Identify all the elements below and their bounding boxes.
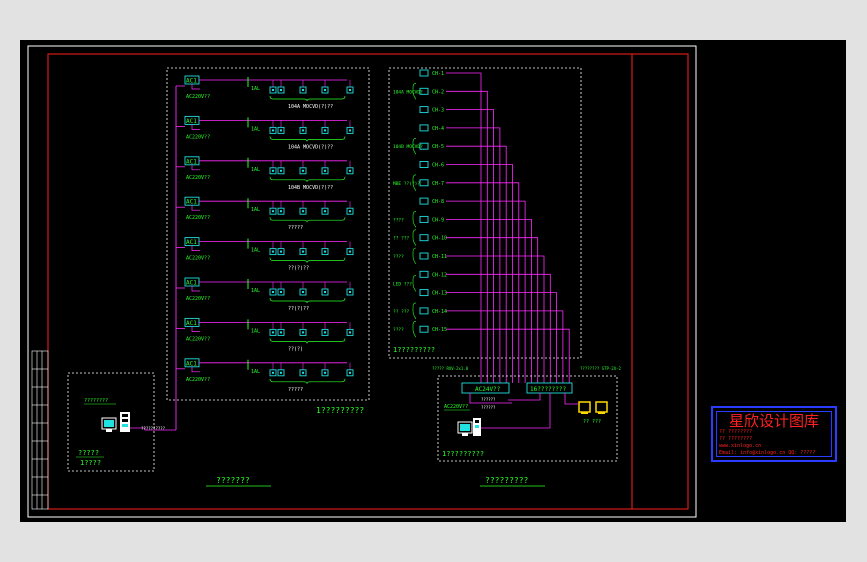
- controller-name: AC1: [186, 78, 197, 85]
- stamp-line-2: ?? ????????: [719, 436, 753, 442]
- cable-label-right: ???????? STP-2X-2: [580, 366, 622, 371]
- stamp-line-1: ?? ????????: [719, 429, 753, 435]
- right-station-footer: 1?????????: [442, 450, 484, 458]
- controller-label: AC220V??: [186, 336, 210, 342]
- right-panel-footer: 1?????????: [393, 346, 435, 354]
- controller-name: AC1: [186, 360, 197, 367]
- row-caption: ??(?)??: [288, 266, 309, 272]
- group-label: ?? ???: [393, 309, 410, 315]
- bottom-caption-right: ?????????: [485, 476, 529, 485]
- channel-label: CH-3: [432, 108, 444, 114]
- branch-label: 1AL: [251, 328, 260, 334]
- group-label: ????: [393, 217, 404, 223]
- server-tower-icon: [120, 412, 130, 432]
- row-caption: 104A MOCVD(?)??: [288, 104, 333, 110]
- drawing-canvas: AC1 AC220V?? 1AL 104A MOCVD(?)?? AC1 AC220V??…: [20, 40, 846, 522]
- controller-label: AC220V??: [186, 256, 210, 262]
- channel-label: CH-14: [432, 309, 447, 315]
- channel-label: CH-4: [432, 126, 444, 132]
- branch-label: 1AL: [251, 248, 260, 254]
- row-caption: ?????: [288, 225, 303, 231]
- channel-label: CH-10: [432, 236, 447, 242]
- channel-label: CH-5: [432, 144, 444, 150]
- row-caption: ??(?): [288, 346, 303, 352]
- group-label: ?? ???: [393, 236, 410, 242]
- group-label: MBE ??(?)?: [393, 181, 420, 187]
- branch-label: 1AL: [251, 207, 260, 213]
- channel-label: CH-6: [432, 163, 444, 169]
- controller-name: AC1: [186, 239, 197, 246]
- channel-label: CH-11: [432, 254, 447, 260]
- watermark-stamp: 星欣设计图库 ?? ???????? ?? ???????? www.xinlo…: [711, 406, 837, 462]
- channel-label: CH-1: [432, 71, 444, 77]
- branch-label: 1AL: [251, 167, 260, 173]
- cable-label-left: ????? RVV-2x1.0: [432, 366, 469, 371]
- channel-label: CH-9: [432, 217, 444, 223]
- left-station-top-label: ????????: [84, 398, 108, 404]
- controller-name: AC1: [186, 199, 197, 206]
- switch-box-label: 16????????: [530, 386, 567, 393]
- controller-label: AC220V??: [186, 175, 210, 181]
- channel-label: CH-2: [432, 89, 444, 95]
- controller-label: AC220V??: [186, 296, 210, 302]
- controller-label: AC220V??: [186, 215, 210, 221]
- row-caption: 104A MOCVD(?)??: [288, 144, 333, 150]
- group-label: 104B MOCVD?: [393, 144, 423, 150]
- controller-label: AC220V??: [186, 134, 210, 140]
- group-label: LED ???: [393, 281, 412, 287]
- ups-box-label: AC24V??: [475, 386, 501, 393]
- branch-label: 1AL: [251, 288, 260, 294]
- controller-name: AC1: [186, 280, 197, 287]
- stamp-line-4: Email: info@xinlogo.cn QQ: ?????: [719, 450, 816, 456]
- controller-name: AC1: [186, 158, 197, 165]
- switch-out-label: ??????: [481, 405, 496, 410]
- channel-label: CH-7: [432, 181, 444, 187]
- left-station-caption-2: 1????: [80, 459, 101, 467]
- branch-label: 1AL: [251, 126, 260, 132]
- printer-label: ?? ???: [583, 419, 601, 425]
- controller-label: AC220V??: [186, 94, 210, 100]
- group-label: ????: [393, 327, 404, 333]
- row-caption: ??(?)??: [288, 306, 309, 312]
- channel-label: CH-15: [432, 327, 447, 333]
- controller-label: AC220V??: [186, 377, 210, 383]
- branch-label: 1AL: [251, 86, 260, 92]
- row-caption: ?????: [288, 387, 303, 393]
- group-label: ????: [393, 254, 404, 260]
- group-label: 104A MOCVD?: [393, 89, 423, 95]
- left-station-caption-1: ?????: [78, 449, 99, 457]
- bottom-caption-left: ???????: [216, 476, 250, 485]
- controller-name: AC1: [186, 320, 197, 327]
- left-station-link-label: ??????????: [141, 426, 166, 431]
- left-panel-footer: 1?????????: [316, 406, 364, 415]
- row-caption: 104B MOCVD(?)??: [288, 185, 333, 191]
- channel-label: CH-8: [432, 199, 444, 205]
- ups-out-label: ??????: [481, 397, 496, 402]
- channel-label: CH-13: [432, 291, 447, 297]
- ups-label: AC220V??: [444, 404, 468, 410]
- controller-name: AC1: [186, 118, 197, 125]
- server-tower-icon: [473, 418, 481, 436]
- branch-label: 1AL: [251, 369, 260, 375]
- stamp-line-3: www.xinlogo.cn: [719, 443, 762, 449]
- stamp-title: 星欣设计图库: [728, 412, 819, 430]
- channel-label: CH-12: [432, 272, 447, 278]
